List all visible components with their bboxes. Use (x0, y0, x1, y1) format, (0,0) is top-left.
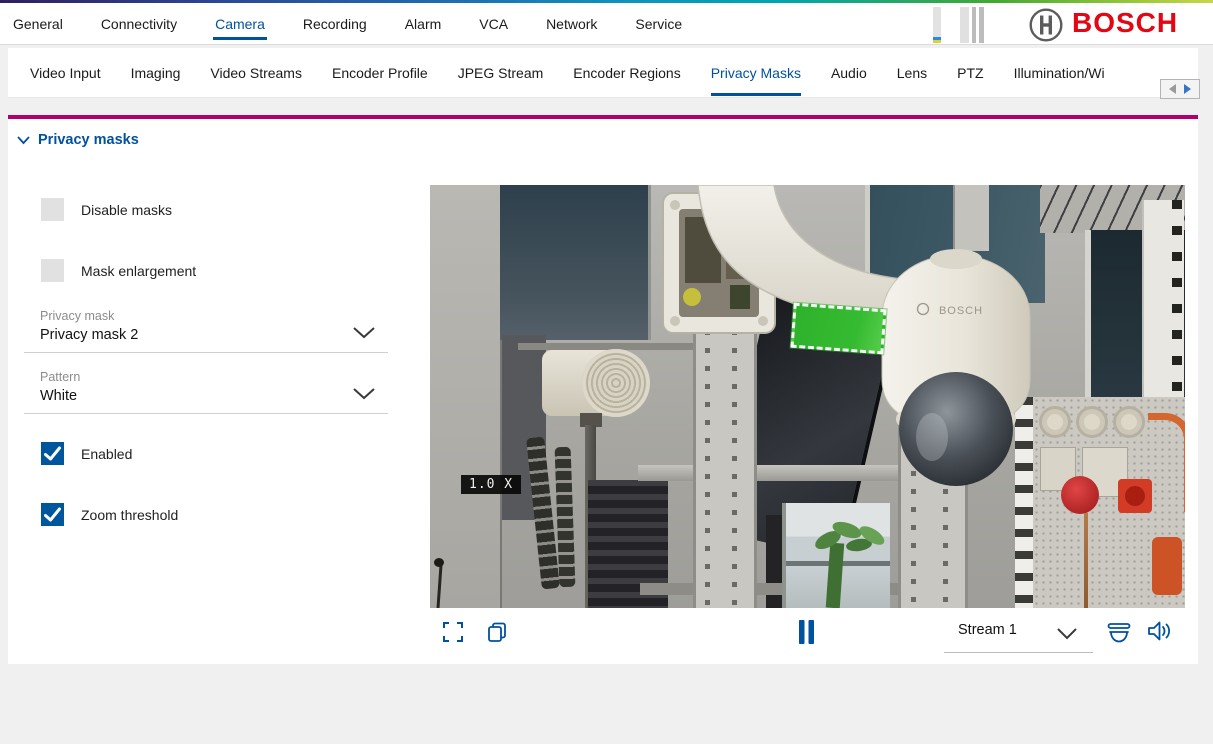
sub-nav: Video Input Imaging Video Streams Encode… (30, 48, 1160, 98)
checkmark-icon (41, 442, 64, 465)
subtab-illumination[interactable]: Illumination/Wi (1014, 48, 1105, 98)
snapshot-button[interactable] (486, 621, 508, 646)
tab-connectivity[interactable]: Connectivity (101, 3, 177, 45)
audio-button[interactable] (1146, 619, 1172, 646)
chevron-down-icon (1056, 627, 1078, 640)
pattern-select-value: White (40, 388, 77, 404)
enabled-label: Enabled (81, 446, 132, 462)
fullscreen-button[interactable] (442, 621, 464, 646)
zoom-level-label: 1.0 X (461, 475, 521, 494)
top-header-bar: General Connectivity Camera Recording Al… (0, 0, 1213, 45)
dome-camera-icon (1105, 622, 1133, 645)
live-video-preview[interactable]: BOSCH 1.0 X (430, 185, 1185, 608)
subtab-privacy-masks[interactable]: Privacy Masks (711, 48, 801, 98)
subtab-jpeg-stream[interactable]: JPEG Stream (458, 48, 544, 98)
stream-select[interactable]: Stream 1 (944, 618, 1093, 653)
enabled-checkbox[interactable] (41, 442, 64, 465)
mask-enlargement-label: Mask enlargement (81, 263, 196, 279)
scene-dome-camera: BOSCH (882, 249, 1030, 486)
subtab-ptz[interactable]: PTZ (957, 48, 983, 98)
subtab-encoder-regions[interactable]: Encoder Regions (573, 48, 680, 98)
stream-select-value: Stream 1 (958, 622, 1017, 638)
bosch-emblem-icon (1028, 7, 1064, 43)
load-bar (979, 7, 984, 43)
camera-settings-page: General Connectivity Camera Recording Al… (0, 0, 1213, 744)
privacy-mask-select-value: Privacy mask 2 (40, 327, 138, 343)
tab-camera[interactable]: Camera (215, 3, 265, 45)
mask-enlargement-checkbox[interactable] (41, 259, 64, 282)
zoom-threshold-label: Zoom threshold (81, 507, 178, 523)
privacy-mask-select[interactable]: Privacy mask Privacy mask 2 (24, 306, 388, 353)
dome-view-button[interactable] (1105, 622, 1133, 648)
top-nav: General Connectivity Camera Recording Al… (13, 3, 682, 45)
subtab-video-streams[interactable]: Video Streams (210, 48, 302, 98)
processor-load-indicator (933, 7, 985, 43)
disable-masks-row: Disable masks (41, 198, 172, 221)
subtab-scroll-control (1160, 79, 1200, 99)
zoom-threshold-checkbox[interactable] (41, 503, 64, 526)
disable-masks-checkbox[interactable] (41, 198, 64, 221)
tab-network[interactable]: Network (546, 3, 597, 45)
scene-ptz-camera: BOSCH (430, 185, 1185, 608)
chevron-down-icon (16, 135, 31, 145)
tab-general[interactable]: General (13, 3, 63, 45)
section-header-privacy-masks[interactable]: Privacy masks (16, 132, 139, 148)
subtab-encoder-profile[interactable]: Encoder Profile (332, 48, 428, 98)
pause-button[interactable] (798, 619, 815, 648)
zoom-threshold-row: Zoom threshold (41, 503, 178, 526)
page-title: Privacy masks (38, 132, 139, 148)
tab-vca[interactable]: VCA (479, 3, 508, 45)
privacy-mask-select-label: Privacy mask (40, 309, 114, 323)
load-bar (933, 7, 941, 43)
pattern-select-label: Pattern (40, 370, 80, 384)
subtab-imaging[interactable]: Imaging (131, 48, 181, 98)
privacy-mask-overlay[interactable] (790, 303, 886, 355)
snapshot-icon (486, 621, 508, 643)
bosch-logo-text: BOSCH (1072, 7, 1178, 39)
speaker-icon (1146, 619, 1172, 643)
tab-alarm[interactable]: Alarm (405, 3, 442, 45)
camera-brand-label: BOSCH (939, 305, 983, 317)
pause-icon (798, 619, 815, 645)
subtab-lens[interactable]: Lens (897, 48, 927, 98)
mask-enlargement-row: Mask enlargement (41, 259, 196, 282)
chevron-down-icon (352, 326, 376, 339)
subtab-audio[interactable]: Audio (831, 48, 867, 98)
tab-service[interactable]: Service (635, 3, 682, 45)
disable-masks-label: Disable masks (81, 202, 172, 218)
scroll-left-icon[interactable] (1169, 84, 1176, 94)
load-bar (960, 7, 969, 43)
load-bar (972, 7, 976, 43)
camera-subtab-bar: Video Input Imaging Video Streams Encode… (8, 48, 1198, 98)
tab-recording[interactable]: Recording (303, 3, 367, 45)
subtab-video-input[interactable]: Video Input (30, 48, 101, 98)
pattern-select[interactable]: Pattern White (24, 367, 388, 414)
load-bar-yellow-segment (933, 40, 941, 43)
scroll-right-icon[interactable] (1184, 84, 1191, 94)
fullscreen-icon (442, 621, 464, 643)
enabled-row: Enabled (41, 442, 132, 465)
chevron-down-icon (352, 387, 376, 400)
checkmark-icon (41, 503, 64, 526)
privacy-masks-panel: Privacy masks Disable masks Mask enlarge… (8, 115, 1198, 664)
